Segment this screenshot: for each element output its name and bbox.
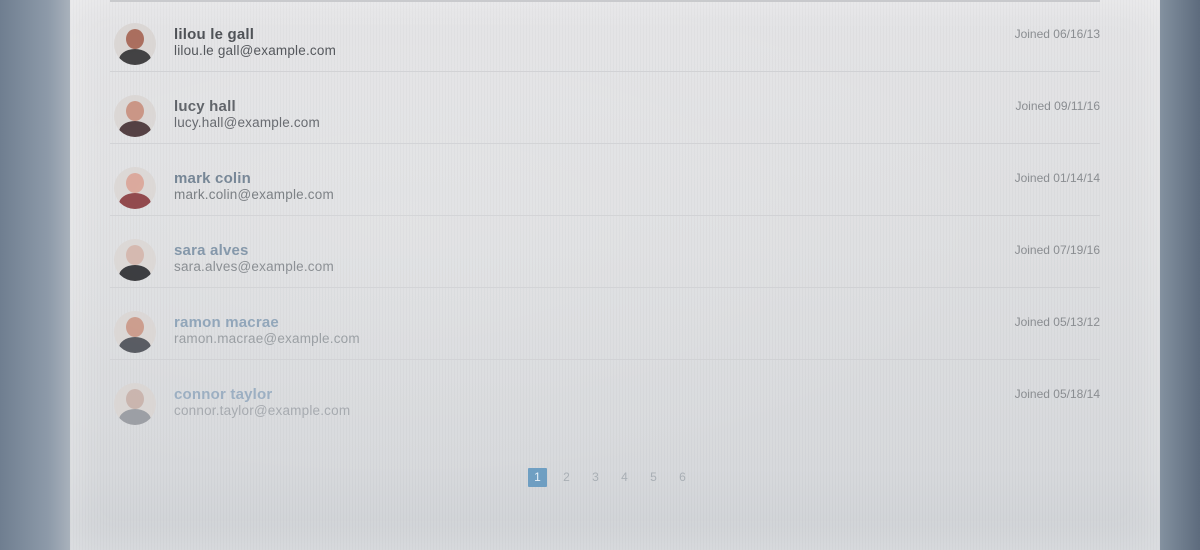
user-joined-date: Joined 05/18/14: [1014, 387, 1100, 401]
user-row[interactable]: lilou le gall lilou.le gall@example.com …: [110, 0, 1100, 72]
user-avatar-icon: [114, 239, 156, 281]
user-joined-date: Joined 05/13/12: [1014, 315, 1100, 329]
user-avatar-icon: [114, 167, 156, 209]
user-list: lilou le gall lilou.le gall@example.com …: [110, 0, 1100, 432]
user-avatar-icon: [114, 383, 156, 425]
user-email: lilou.le gall@example.com: [174, 43, 337, 58]
user-name[interactable]: lucy hall: [174, 98, 236, 115]
user-email: sara.alves@example.com: [174, 259, 334, 274]
user-row[interactable]: connor taylor connor.taylor@example.com …: [110, 360, 1100, 432]
page-link-4[interactable]: 4: [615, 468, 634, 487]
user-name[interactable]: mark colin: [174, 170, 251, 187]
user-avatar-icon: [114, 23, 156, 65]
user-avatar-icon: [114, 95, 156, 137]
user-name[interactable]: ramon macrae: [174, 314, 279, 331]
user-name[interactable]: sara alves: [174, 242, 249, 259]
page-link-5[interactable]: 5: [644, 468, 663, 487]
user-joined-date: Joined 07/19/16: [1014, 243, 1100, 257]
user-joined-date: Joined 06/16/13: [1014, 27, 1100, 41]
user-email: connor.taylor@example.com: [174, 403, 351, 418]
page-link-6[interactable]: 6: [673, 468, 692, 487]
user-email: mark.colin@example.com: [174, 187, 334, 202]
page-link-3[interactable]: 3: [586, 468, 605, 487]
page-link-2[interactable]: 2: [557, 468, 576, 487]
user-row[interactable]: mark colin mark.colin@example.com Joined…: [110, 144, 1100, 216]
user-email: ramon.macrae@example.com: [174, 331, 360, 346]
user-joined-date: Joined 09/11/16: [1015, 99, 1100, 113]
user-name[interactable]: connor taylor: [174, 386, 272, 403]
user-row[interactable]: ramon macrae ramon.macrae@example.com Jo…: [110, 288, 1100, 360]
page-link-1[interactable]: 1: [528, 468, 547, 487]
user-avatar-icon: [114, 311, 156, 353]
user-row[interactable]: sara alves sara.alves@example.com Joined…: [110, 216, 1100, 288]
user-joined-date: Joined 01/14/14: [1014, 171, 1100, 185]
screen: lilou le gall lilou.le gall@example.com …: [70, 0, 1160, 550]
user-email: lucy.hall@example.com: [174, 115, 320, 130]
user-row[interactable]: lucy hall lucy.hall@example.com Joined 0…: [110, 72, 1100, 144]
pagination: 1 2 3 4 5 6: [528, 468, 692, 487]
user-name[interactable]: lilou le gall: [174, 26, 254, 43]
